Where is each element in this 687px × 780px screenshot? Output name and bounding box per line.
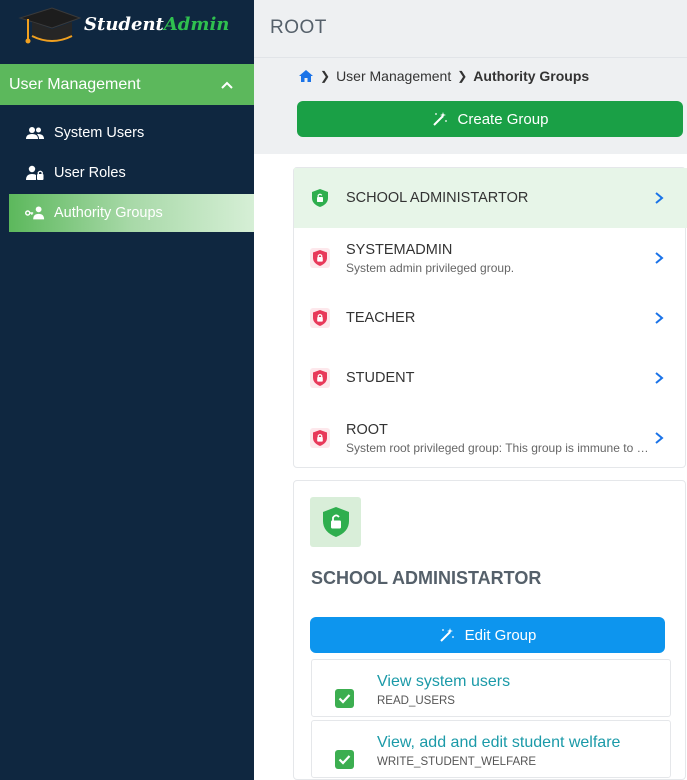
graduation-cap-icon [18, 7, 82, 44]
shield-lock-icon [310, 308, 330, 328]
group-detail-panel: SCHOOL ADMINISTARTOR Edit Group View sys… [293, 480, 686, 780]
create-group-label: Create Group [457, 110, 549, 128]
group-description: System root privileged group: This group… [346, 440, 651, 455]
sidebar: StudentAdmin User Management System User… [0, 0, 254, 780]
content-header: ❯ User Management ❯ Authority Groups Cre… [254, 58, 687, 154]
sidebar-item-label: Authority Groups [54, 205, 163, 221]
chevron-right-icon [655, 312, 664, 324]
permission-title: View, add and edit student welfare [377, 734, 621, 751]
group-name: ROOT [346, 421, 388, 438]
chevron-right-icon [655, 432, 664, 444]
group-item-school-administartor[interactable]: SCHOOL ADMINISTARTOR [294, 168, 687, 228]
check-icon [338, 755, 351, 765]
sidebar-item-label: User Roles [54, 165, 126, 181]
users-icon [25, 123, 45, 143]
group-item-root[interactable]: ROOT System root privileged group: This … [294, 408, 687, 468]
group-detail-title: SCHOOL ADMINISTARTOR [311, 568, 542, 588]
permission-item-write-student-welfare: View, add and edit student welfare WRITE… [311, 720, 671, 778]
chevron-right-icon [655, 252, 664, 264]
brand-name-part2: Admin [163, 14, 230, 35]
permission-code: WRITE_STUDENT_WELFARE [377, 756, 537, 768]
edit-group-button[interactable]: Edit Group [310, 617, 665, 653]
chevron-right-icon [655, 372, 664, 384]
group-item-student[interactable]: STUDENT [294, 348, 687, 408]
page-title: ROOT [270, 17, 327, 38]
group-item-systemadmin[interactable]: SYSTEMADMIN System admin privileged grou… [294, 228, 687, 288]
shield-lock-icon [310, 368, 330, 388]
top-bar: ROOT [254, 0, 687, 58]
group-text: STUDENT [346, 370, 414, 386]
breadcrumb-item-user-management[interactable]: User Management [336, 68, 451, 84]
permission-checkbox[interactable] [335, 750, 354, 769]
group-avatar [310, 497, 361, 547]
group-text: ROOT System root privileged group: This … [346, 422, 651, 455]
breadcrumb-current: Authority Groups [473, 68, 590, 84]
permission-item-read-users: View system users READ_USERS [311, 659, 671, 717]
magic-wand-icon [439, 627, 455, 643]
chevron-up-icon [221, 81, 233, 89]
group-text: SCHOOL ADMINISTARTOR [346, 190, 528, 206]
group-text: SYSTEMADMIN System admin privileged grou… [346, 242, 651, 275]
sidebar-item-authority-groups[interactable]: Authority Groups [9, 194, 254, 232]
group-name: STUDENT [346, 370, 415, 386]
user-group-key-icon [25, 203, 45, 223]
shield-unlock-icon [312, 189, 328, 207]
user-lock-icon [25, 163, 45, 183]
permission-code: READ_USERS [377, 695, 455, 707]
sidebar-item-user-roles[interactable]: User Roles [9, 154, 254, 192]
group-description: System admin privileged group. [346, 260, 515, 275]
group-name: SYSTEMADMIN [346, 241, 453, 258]
shield-lock-icon [310, 428, 330, 448]
permission-title: View system users [377, 673, 511, 690]
check-icon [338, 694, 351, 704]
menu-header-user-management[interactable]: User Management [0, 64, 254, 105]
chevron-right-icon: ❯ [320, 69, 331, 83]
brand-name-part1: Student [84, 14, 164, 35]
sidebar-item-label: System Users [54, 125, 145, 141]
group-name: TEACHER [346, 310, 416, 326]
group-item-teacher[interactable]: TEACHER [294, 288, 687, 348]
group-name: SCHOOL ADMINISTARTOR [346, 190, 529, 206]
brand-logo[interactable]: StudentAdmin [0, 0, 254, 58]
group-text: TEACHER [346, 310, 415, 326]
shield-lock-icon [310, 248, 330, 268]
edit-group-label: Edit Group [464, 626, 537, 644]
sidebar-item-system-users[interactable]: System Users [9, 114, 254, 152]
shield-unlock-icon [322, 507, 349, 537]
authority-group-list: SCHOOL ADMINISTARTOR SYSTEMADMIN System … [293, 167, 687, 468]
brand-name: StudentAdmin [84, 14, 229, 35]
breadcrumb: ❯ User Management ❯ Authority Groups [298, 68, 589, 84]
home-icon[interactable] [298, 69, 314, 83]
create-group-button[interactable]: Create Group [297, 101, 683, 137]
permission-checkbox[interactable] [335, 689, 354, 708]
menu-header-label: User Management [9, 75, 141, 93]
magic-wand-icon [432, 111, 448, 127]
chevron-right-icon: ❯ [457, 69, 468, 83]
chevron-right-icon [655, 192, 664, 204]
